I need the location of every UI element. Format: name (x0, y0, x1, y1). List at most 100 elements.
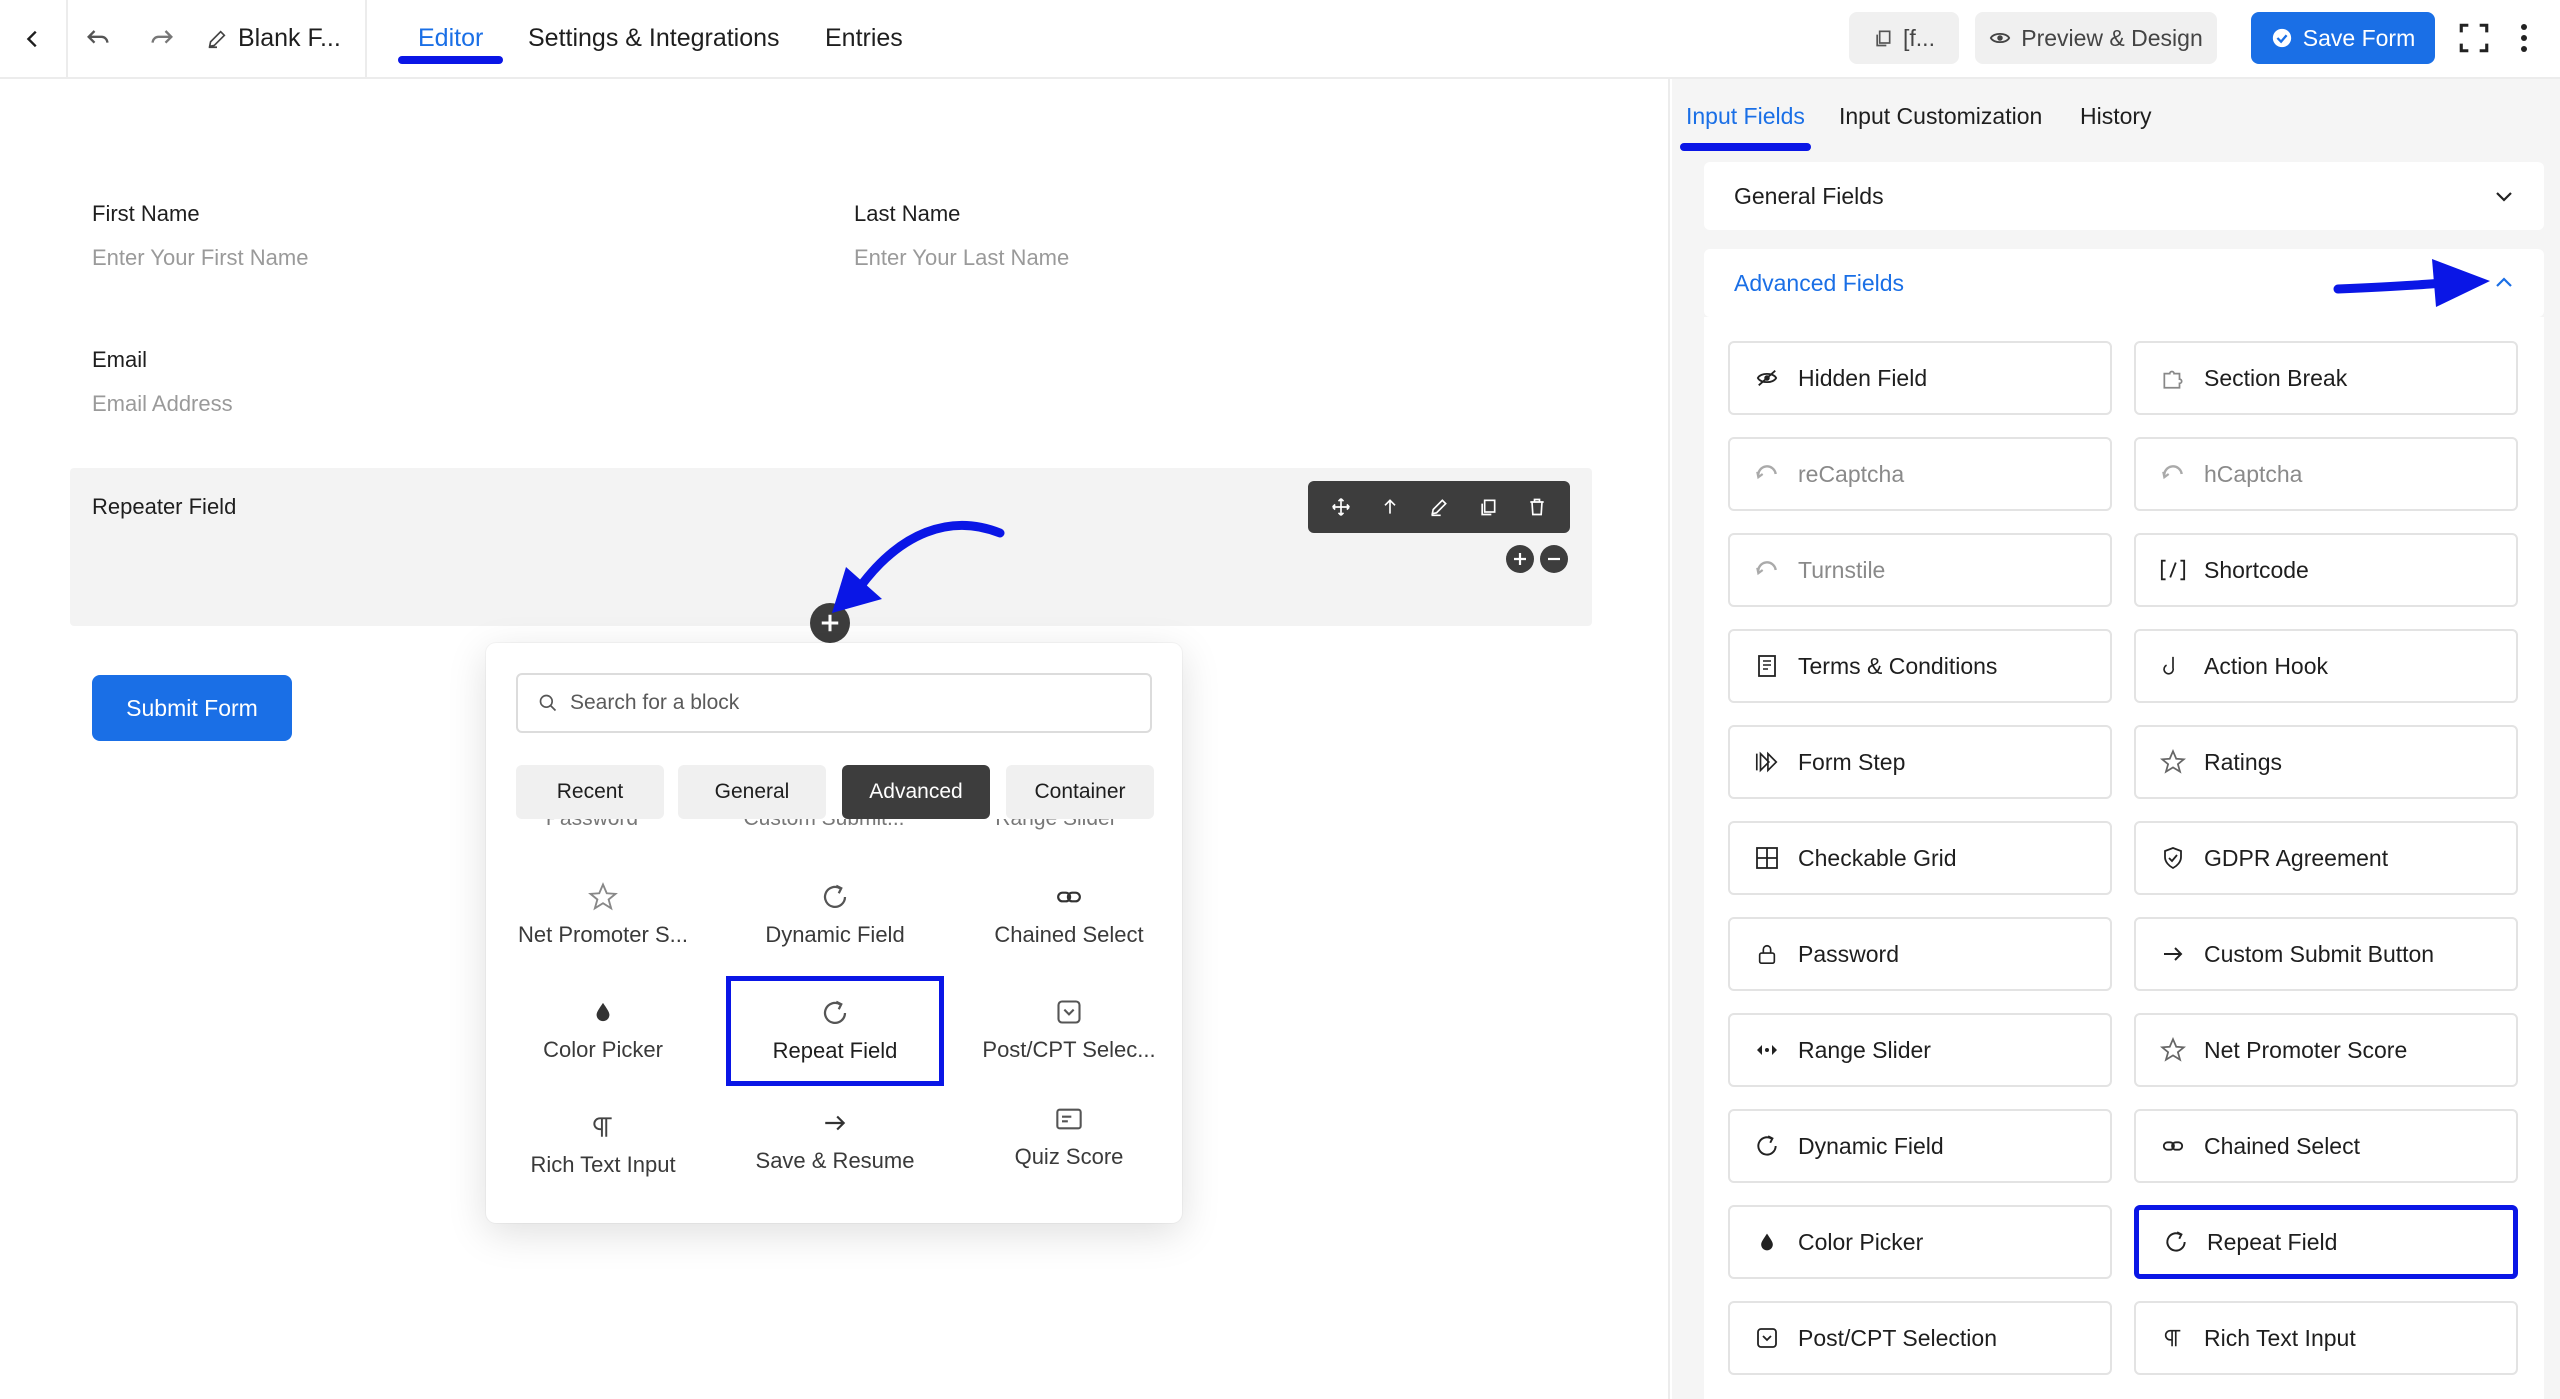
form-title[interactable]: Blank F... (206, 0, 341, 77)
first-name-input[interactable]: Enter Your First Name (92, 245, 308, 271)
block-color-picker[interactable]: Color Picker (498, 980, 708, 1080)
block-search-input[interactable] (570, 691, 1130, 715)
block-chained-select[interactable]: Chained Select (964, 865, 1174, 965)
copy-icon (1876, 30, 1891, 47)
field-label: Custom Submit Button (2204, 940, 2435, 967)
move-button[interactable] (1321, 497, 1361, 517)
post-select-icon (1757, 1328, 1777, 1348)
link-icon (1057, 891, 1081, 903)
field-label: Repeat Field (2207, 1228, 2338, 1255)
submit-form-button[interactable]: Submit Form (92, 675, 292, 741)
block-label: Post/CPT Selec... (982, 1037, 1156, 1062)
annotation-arrow (832, 521, 1005, 613)
preview-design-button[interactable]: Preview & Design (1975, 12, 2217, 64)
block-save-resume[interactable]: Save & Resume (730, 1091, 940, 1191)
email-input[interactable]: Email Address (92, 391, 233, 417)
field-section-break[interactable]: Section Break (2134, 341, 2518, 415)
field-label: Password (1798, 940, 1899, 967)
field-gdpr-agreement[interactable]: GDPR Agreement (2134, 821, 2518, 895)
field-terms-conditions[interactable]: Terms & Conditions (1728, 629, 2112, 703)
minus-icon (1548, 557, 1560, 561)
field-range-slider[interactable]: Range Slider (1728, 1013, 2112, 1087)
block-toolbar (1308, 481, 1570, 533)
general-fields-accordion[interactable]: General Fields (1704, 162, 2544, 230)
remove-row-button[interactable] (1540, 545, 1568, 573)
tab-history[interactable]: History (2080, 103, 2152, 130)
field-label: hCaptcha (2204, 460, 2303, 487)
preview-label: Preview & Design (2021, 24, 2203, 51)
delete-button[interactable] (1517, 497, 1557, 517)
tab-input-customization-label: Input Customization (1839, 103, 2043, 129)
save-form-button[interactable]: Save Form (2251, 12, 2435, 64)
field-hidden-field[interactable]: Hidden Field (1728, 341, 2112, 415)
search-icon (539, 694, 557, 712)
more-options-button[interactable] (2504, 18, 2544, 58)
field-label: Net Promoter Score (2204, 1036, 2408, 1063)
field-ratings[interactable]: Ratings (2134, 725, 2518, 799)
fullscreen-icon (2459, 23, 2489, 53)
block-post-cpt-selection[interactable]: Post/CPT Selec... (964, 980, 1174, 1080)
block-repeat-field[interactable]: Repeat Field (726, 976, 944, 1086)
block-dynamic-field[interactable]: Dynamic Field (730, 865, 940, 965)
field-label: Section Break (2204, 364, 2348, 391)
last-name-input[interactable]: Enter Your Last Name (854, 245, 1069, 271)
block-inserter-popover: Recent General Advanced Container Passwo… (486, 643, 1182, 1223)
block-search[interactable] (516, 673, 1152, 733)
field-repeat-field[interactable]: Repeat Field (2134, 1205, 2518, 1279)
back-button[interactable] (0, 0, 68, 77)
field-password[interactable]: Password (1728, 917, 2112, 991)
field-checkable-grid[interactable]: Checkable Grid (1728, 821, 2112, 895)
field-hcaptcha[interactable]: hCaptcha (2134, 437, 2518, 511)
block-net-promoter-score[interactable]: Net Promoter S... (498, 865, 708, 965)
field-color-picker[interactable]: Color Picker (1728, 1205, 2112, 1279)
trash-icon (1530, 498, 1545, 516)
field-net-promoter-score[interactable]: Net Promoter Score (2134, 1013, 2518, 1087)
field-dynamic-field[interactable]: Dynamic Field (1728, 1109, 2112, 1183)
shortcode-copy-button[interactable]: [f... (1849, 12, 1959, 64)
tab-history-label: History (2080, 103, 2152, 129)
star-icon (588, 882, 618, 911)
field-action-hook[interactable]: Action Hook (2134, 629, 2518, 703)
repeater-field-label: Repeater Field (92, 494, 237, 519)
field-form-step[interactable]: Form Step (1728, 725, 2112, 799)
field-post-cpt-selection[interactable]: Post/CPT Selection (1728, 1301, 2112, 1375)
fullscreen-button[interactable] (2454, 18, 2494, 58)
tab-input-fields[interactable]: Input Fields (1680, 103, 1811, 151)
paragraph-icon (593, 1117, 612, 1137)
block-rich-text-input[interactable]: Rich Text Input (498, 1095, 708, 1195)
annotation-underline (398, 56, 504, 64)
add-row-button[interactable] (1506, 545, 1534, 573)
duplicate-button[interactable] (1468, 497, 1508, 517)
field-turnstile[interactable]: Turnstile (1728, 533, 2112, 607)
first-name-label: First Name (92, 201, 200, 226)
peek-block-label: Password (492, 819, 692, 833)
general-fields-label: General Fields (1734, 182, 1884, 209)
tab-settings-integrations[interactable]: Settings & Integrations (528, 0, 780, 77)
field-label: Range Slider (1798, 1036, 1931, 1063)
tab-entries[interactable]: Entries (825, 0, 903, 77)
field-chained-select[interactable]: Chained Select (2134, 1109, 2518, 1183)
quiz-icon (1056, 1108, 1082, 1130)
redo-button[interactable] (142, 18, 182, 58)
block-label: Save & Resume (755, 1148, 915, 1173)
field-label: Terms & Conditions (1798, 652, 1998, 679)
field-label: Action Hook (2204, 652, 2329, 679)
move-up-button[interactable] (1370, 497, 1410, 517)
tab-container[interactable]: Container (1006, 765, 1154, 819)
field-label: Form Step (1798, 748, 1906, 775)
tab-input-customization[interactable]: Input Customization (1839, 103, 2042, 130)
field-rich-text-input[interactable]: Rich Text Input (2134, 1301, 2518, 1375)
form-title-text: Blank F... (238, 24, 341, 52)
field-label: Color Picker (1798, 1228, 1924, 1255)
tab-recent[interactable]: Recent (516, 765, 664, 819)
undo-button[interactable] (78, 18, 118, 58)
field-recaptcha[interactable]: reCaptcha (1728, 437, 2112, 511)
block-quiz-score[interactable]: Quiz Score (964, 1087, 1174, 1187)
tab-advanced[interactable]: Advanced (842, 765, 990, 819)
edit-button[interactable] (1419, 497, 1459, 517)
block-label: Net Promoter S... (518, 922, 688, 947)
tab-editor[interactable]: Editor (398, 0, 504, 77)
tab-general[interactable]: General (678, 765, 826, 819)
field-custom-submit-button[interactable]: Custom Submit Button (2134, 917, 2518, 991)
field-shortcode[interactable]: Shortcode (2134, 533, 2518, 607)
